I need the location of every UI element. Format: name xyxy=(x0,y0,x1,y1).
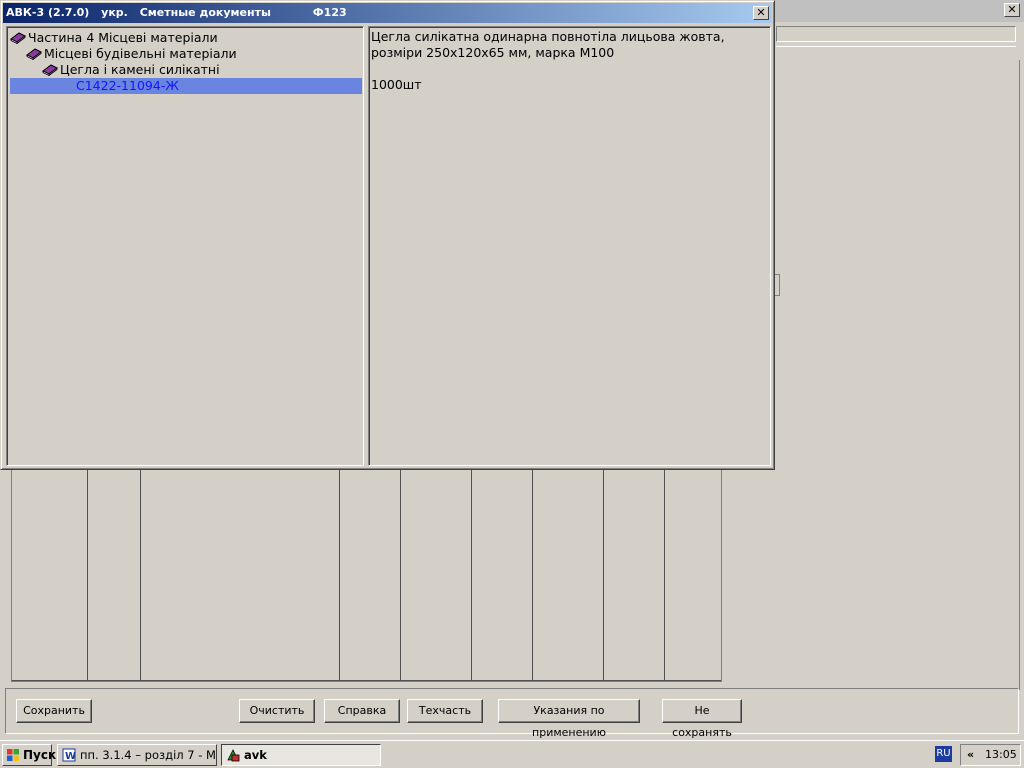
title-form: Ф123 xyxy=(312,6,347,19)
tree-item[interactable]: Місцеві будівельні матеріали xyxy=(26,46,237,62)
tree-view[interactable]: Частина 4 Місцеві матеріали Місцеві буді… xyxy=(6,26,364,466)
table-column-divider xyxy=(140,460,141,681)
dont-save-button[interactable]: Не сохранять xyxy=(662,699,742,739)
book-icon xyxy=(26,48,42,60)
help-button[interactable]: Справка xyxy=(324,699,400,723)
tree-item-label: Місцеві будівельні матеріали xyxy=(44,46,237,61)
table-column-divider xyxy=(339,460,340,681)
dialog-titlebar[interactable]: АВК-3 (2.7.0) укр. Сметные документы Ф12… xyxy=(3,3,772,23)
word-document-icon: W xyxy=(62,748,76,762)
title-lang: укр. xyxy=(101,6,128,19)
clock: 13:05 xyxy=(985,748,1017,761)
table-column-divider xyxy=(603,460,604,681)
avk-app-icon xyxy=(227,749,240,762)
start-label: Пуск xyxy=(23,748,57,762)
main-window-field xyxy=(776,26,1016,42)
title-app: АВК-3 (2.7.0) xyxy=(6,6,90,19)
taskbar-word-document[interactable]: W пп. 3.1.4 – розділ 7 - Mi... xyxy=(57,744,217,766)
title-section: Сметные документы xyxy=(139,6,271,19)
material-description: Цегла силікатна одинарна повнотіла лицьо… xyxy=(371,29,725,60)
table-column-divider xyxy=(664,460,665,681)
start-button[interactable]: Пуск xyxy=(2,744,56,766)
tree-item-label: Частина 4 Місцеві матеріали xyxy=(28,30,218,45)
language-indicator[interactable]: RU xyxy=(935,746,952,762)
tree-item-selected[interactable]: С1422-11094-Ж xyxy=(10,78,362,94)
tree-item[interactable]: Частина 4 Місцеві матеріали xyxy=(10,30,218,46)
tree-item[interactable]: Цегла і камені силікатні xyxy=(42,62,220,78)
book-icon xyxy=(10,32,26,44)
button-bar: Сохранить Очистить Справка Техчасть Указ… xyxy=(5,688,1019,739)
tray-expand-chevron[interactable]: « xyxy=(967,745,974,765)
system-tray: « 13:05 xyxy=(960,744,1021,766)
table-bottom-border xyxy=(12,680,721,681)
table-column-divider xyxy=(87,460,88,681)
reference-dialog: АВК-3 (2.7.0) укр. Сметные документы Ф12… xyxy=(0,0,775,470)
material-unit: 1000шт xyxy=(371,77,422,92)
tree-item-label: Цегла і камені силікатні xyxy=(60,62,220,77)
table-column-divider xyxy=(532,460,533,681)
svg-text:W: W xyxy=(65,751,76,762)
taskbar-avk[interactable]: avk xyxy=(221,744,381,766)
techpart-button[interactable]: Техчасть xyxy=(407,699,483,723)
taskbar-word-document-label: пп. 3.1.4 – розділ 7 - Mi... xyxy=(80,748,217,762)
main-window-edge xyxy=(1016,60,1020,690)
main-window-header-row xyxy=(776,46,1016,62)
windows-logo-icon xyxy=(7,749,19,761)
main-window-close-button[interactable]: ✕ xyxy=(1004,3,1020,17)
taskbar-avk-label: avk xyxy=(244,748,267,762)
clear-button[interactable]: Очистить xyxy=(239,699,315,723)
estimate-table xyxy=(11,460,722,682)
table-column-divider xyxy=(471,460,472,681)
save-button[interactable]: Сохранить xyxy=(16,699,92,723)
instructions-button[interactable]: Указания по применению xyxy=(498,699,640,739)
book-icon xyxy=(42,64,58,76)
table-column-divider xyxy=(400,460,401,681)
taskbar: Пуск W пп. 3.1.4 – розділ 7 - Mi... avk … xyxy=(0,740,1024,768)
tree-item-selected-label: С1422-11094-Ж xyxy=(76,78,179,93)
description-pane: Цегла силікатна одинарна повнотіла лицьо… xyxy=(368,26,771,466)
dialog-close-button[interactable]: ✕ xyxy=(753,6,769,20)
